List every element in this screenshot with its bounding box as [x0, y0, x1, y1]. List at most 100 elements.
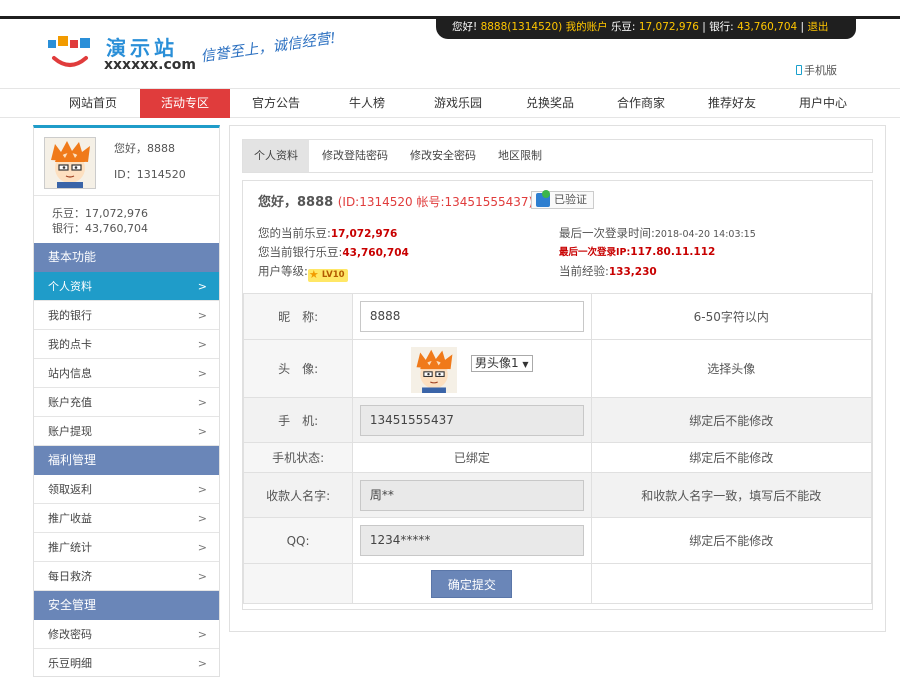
- profile-form: 昵 称: 8888 6-50字符以内 头 像: 男头像1 ▼ 选择头像 手 机:…: [242, 293, 873, 604]
- phone-input[interactable]: 13451555437: [359, 404, 584, 436]
- chevron-right-icon: >: [197, 367, 207, 380]
- sidebar-item-label: 我的银行: [48, 309, 92, 322]
- site-logo[interactable]: 演示站 xxxxxx.com 信誉至上，诚信经营!: [46, 30, 356, 80]
- separator: |: [800, 21, 805, 33]
- mobile-version-link[interactable]: 手机版: [796, 62, 837, 78]
- tab-change-security-password[interactable]: 修改安全密码: [403, 140, 483, 172]
- chevron-right-icon: >: [197, 512, 207, 525]
- nickname-tip: 6-50字符以内: [590, 293, 873, 340]
- bank-ledou-label: 您当前银行乐豆:: [258, 245, 343, 259]
- bank-ledou-stat: 您当前银行乐豆:43,760,704: [258, 244, 409, 260]
- user-level-stat: 用户等级:LV10: [258, 263, 348, 282]
- verified-icon: [536, 190, 550, 207]
- sidebar-ledou: 乐豆：17,072,976: [52, 207, 148, 220]
- nav-prizes[interactable]: 兑换奖品: [504, 89, 596, 118]
- ledou-label: 乐豆:: [610, 21, 636, 33]
- sidebar-item-promo-income[interactable]: 推广收益 >: [34, 504, 219, 533]
- current-ledou-stat: 您的当前乐豆:17,072,976: [258, 225, 397, 241]
- form-row-phone: 手 机: 13451555437 绑定后不能修改: [242, 397, 873, 443]
- experience-stat: 当前经验:133,230: [559, 263, 657, 279]
- nav-refer-friends[interactable]: 推荐好友: [686, 89, 778, 118]
- phone-status-tip: 绑定后不能修改: [590, 442, 873, 473]
- tab-region-limit[interactable]: 地区限制: [491, 140, 549, 172]
- nav-user-center[interactable]: 用户中心: [778, 89, 868, 118]
- separator: |: [702, 21, 706, 33]
- nav-home[interactable]: 网站首页: [46, 89, 140, 118]
- sidebar-item-profile[interactable]: 个人资料 >: [34, 272, 219, 301]
- avatar-image: [45, 138, 95, 188]
- sidebar-user-id: ID：1314520: [114, 168, 186, 181]
- avatar-preview: [411, 346, 458, 393]
- user-id-text: 8888(1314520): [480, 21, 563, 33]
- sidebar-item-recharge[interactable]: 账户充值 >: [34, 388, 219, 417]
- form-row-submit: 确定提交: [242, 563, 873, 604]
- sidebar-menu: 基本功能 个人资料 > 我的银行 > 我的点卡 > 站内信息 > 账户充值 > 账户提现 >…: [34, 243, 219, 676]
- last-login-value: 2018-04-20 14:03:15: [654, 229, 756, 240]
- my-account-link[interactable]: 我的账户: [566, 21, 608, 33]
- payee-input[interactable]: 周**: [359, 479, 584, 511]
- avatar-select-value: 男头像1: [474, 355, 519, 370]
- phone-icon: [796, 65, 802, 75]
- qq-input[interactable]: 1234*****: [359, 525, 584, 556]
- avatar-select[interactable]: 男头像1 ▼: [470, 354, 533, 372]
- sidebar-item-label: 推广统计: [48, 541, 92, 554]
- nav-announcements[interactable]: 官方公告: [230, 89, 322, 118]
- greeting-text: 您好!: [452, 21, 478, 33]
- nickname-input[interactable]: 8888: [359, 301, 584, 332]
- last-login-stat: 最后一次登录时间:2018-04-20 14:03:15: [559, 225, 756, 241]
- avatar-preview-image: [411, 346, 458, 393]
- sidebar-item-daily-relief[interactable]: 每日救济 >: [34, 562, 219, 591]
- sidebar-item-label: 每日救济: [48, 570, 92, 583]
- sidebar-item-rebate[interactable]: 领取返利 >: [34, 475, 219, 504]
- sidebar-item-my-cards[interactable]: 我的点卡 >: [34, 330, 219, 359]
- chevron-right-icon: >: [197, 657, 207, 670]
- sidebar-item-messages[interactable]: 站内信息 >: [34, 359, 219, 388]
- sidebar-item-promo-stats[interactable]: 推广统计 >: [34, 533, 219, 562]
- menu-group-welfare: 福利管理: [34, 446, 219, 475]
- qq-label: QQ:: [242, 517, 354, 564]
- chevron-right-icon: >: [197, 396, 207, 409]
- sidebar-item-label: 修改密码: [48, 628, 92, 641]
- chevron-right-icon: >: [197, 570, 207, 583]
- logo-icon: [48, 36, 90, 67]
- profile-greeting-ids: (ID:1314520 帐号:13451555437): [337, 195, 534, 209]
- chevron-right-icon: >: [197, 483, 207, 496]
- submit-button[interactable]: 确定提交: [431, 569, 513, 598]
- chevron-right-icon: >: [197, 628, 207, 641]
- bank-label: 银行:: [709, 21, 734, 33]
- profile-tabs: 个人资料 修改登陆密码 修改安全密码 地区限制: [242, 139, 873, 173]
- tab-profile[interactable]: 个人资料: [243, 140, 309, 172]
- current-ledou-label: 您的当前乐豆:: [258, 226, 331, 240]
- avatar-label: 头 像:: [242, 339, 354, 398]
- bank-value: 43,760,704: [737, 21, 798, 33]
- nav-activities[interactable]: 活动专区: [140, 89, 230, 118]
- sidebar-item-change-password[interactable]: 修改密码 >: [34, 620, 219, 649]
- nav-partners[interactable]: 合作商家: [596, 89, 686, 118]
- menu-group-basic: 基本功能: [34, 243, 219, 272]
- phone-status-value: 已绑定: [352, 442, 592, 473]
- sidebar-item-withdraw[interactable]: 账户提现 >: [34, 417, 219, 446]
- form-row-phone-status: 手机状态: 已绑定 绑定后不能修改: [242, 442, 873, 473]
- chevron-right-icon: >: [197, 309, 207, 322]
- sidebar-item-ledou-details[interactable]: 乐豆明细 >: [34, 649, 219, 676]
- logout-link[interactable]: 退出: [807, 21, 828, 33]
- verified-badge: 已验证: [531, 190, 594, 209]
- experience-label: 当前经验:: [559, 264, 609, 278]
- current-ledou-value: 17,072,976: [330, 228, 398, 240]
- payee-tip: 和收款人名字一致，填写后不能改: [590, 472, 873, 518]
- bank-ledou-value: 43,760,704: [342, 247, 409, 259]
- nav-leaderboard[interactable]: 牛人榜: [322, 89, 412, 118]
- sidebar-item-label: 推广收益: [48, 512, 92, 525]
- form-row-avatar: 头 像: 男头像1 ▼ 选择头像: [242, 339, 873, 398]
- tab-change-login-password[interactable]: 修改登陆密码: [315, 140, 395, 172]
- experience-value: 133,230: [608, 266, 657, 278]
- mobile-version-label: 手机版: [804, 64, 837, 77]
- user-level-label: 用户等级:: [258, 264, 308, 278]
- sidebar-greeting: 您好，8888: [114, 142, 175, 155]
- sidebar-bank: 银行：43,760,704: [52, 222, 148, 235]
- sidebar-item-my-bank[interactable]: 我的银行 >: [34, 301, 219, 330]
- sidebar-item-label: 站内信息: [48, 367, 92, 380]
- profile-greeting-name: 您好，8888: [258, 195, 334, 210]
- sidebar-item-label: 乐豆明细: [48, 657, 92, 670]
- nav-game-park[interactable]: 游戏乐园: [412, 89, 504, 118]
